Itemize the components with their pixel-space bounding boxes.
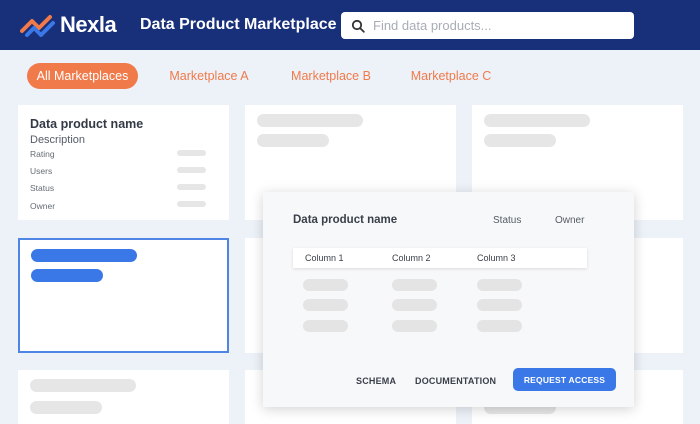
table-cell-placeholder: [392, 320, 437, 332]
card-field-owner: Owner: [30, 201, 56, 211]
table-cell-placeholder: [303, 299, 348, 311]
table-cell-placeholder: [392, 299, 437, 311]
table-cell-placeholder: [303, 320, 348, 332]
skeleton-subtitle: [257, 134, 329, 147]
card-field-rating: Rating: [30, 149, 55, 159]
product-card-selected[interactable]: [18, 238, 229, 353]
rating-value-placeholder: [177, 150, 206, 156]
request-access-button[interactable]: REQUEST ACCESS: [513, 368, 616, 391]
skeleton-title: [484, 114, 590, 127]
product-card-placeholder[interactable]: [18, 370, 229, 424]
tab-marketplace-b[interactable]: Marketplace B: [284, 63, 378, 89]
skeleton-subtitle-highlight: [31, 269, 103, 282]
column-header-1: Column 1: [305, 253, 344, 263]
table-cell-placeholder: [477, 299, 522, 311]
product-card[interactable]: Data product name Description Rating Use…: [18, 105, 229, 220]
top-header: Nexla Data Product Marketplace: [0, 0, 700, 50]
tab-all-marketplaces[interactable]: All Marketplaces: [27, 63, 138, 89]
skeleton-title: [257, 114, 363, 127]
search-input[interactable]: [373, 18, 623, 33]
nexla-logo[interactable]: Nexla: [20, 10, 117, 40]
card-field-users: Users: [30, 166, 53, 176]
table-cell-placeholder: [303, 279, 348, 291]
users-value-placeholder: [177, 167, 206, 173]
table-cell-placeholder: [392, 279, 437, 291]
tab-marketplace-c[interactable]: Marketplace C: [404, 63, 498, 89]
schema-button[interactable]: SCHEMA: [356, 376, 396, 386]
tab-marketplace-a[interactable]: Marketplace A: [162, 63, 256, 89]
skeleton-title: [30, 379, 136, 392]
skeleton-subtitle: [30, 401, 102, 414]
skeleton-subtitle: [484, 134, 556, 147]
app-title: Data Product Marketplace: [140, 16, 337, 33]
owner-value-placeholder: [177, 201, 206, 207]
detail-title: Data product name: [293, 214, 398, 226]
column-header-3: Column 3: [477, 253, 516, 263]
detail-status-label: Status: [493, 215, 522, 226]
logo-text: Nexla: [60, 12, 117, 37]
card-field-status: Status: [30, 183, 55, 193]
search-box[interactable]: [341, 12, 634, 39]
card-title: Data product name: [30, 117, 144, 131]
nexla-logo-icon: [20, 15, 55, 37]
column-header-2: Column 2: [392, 253, 431, 263]
table-cell-placeholder: [477, 320, 522, 332]
search-icon: [351, 19, 365, 33]
product-detail-panel: Data product name Status Owner Column 1 …: [263, 192, 634, 407]
skeleton-title-highlight: [31, 249, 137, 262]
status-value-placeholder: [177, 184, 206, 190]
detail-owner-label: Owner: [555, 215, 585, 226]
table-cell-placeholder: [477, 279, 522, 291]
schema-table-header: Column 1 Column 2 Column 3: [293, 248, 587, 268]
documentation-button[interactable]: DOCUMENTATION: [415, 376, 496, 386]
card-description: Description: [30, 134, 86, 146]
